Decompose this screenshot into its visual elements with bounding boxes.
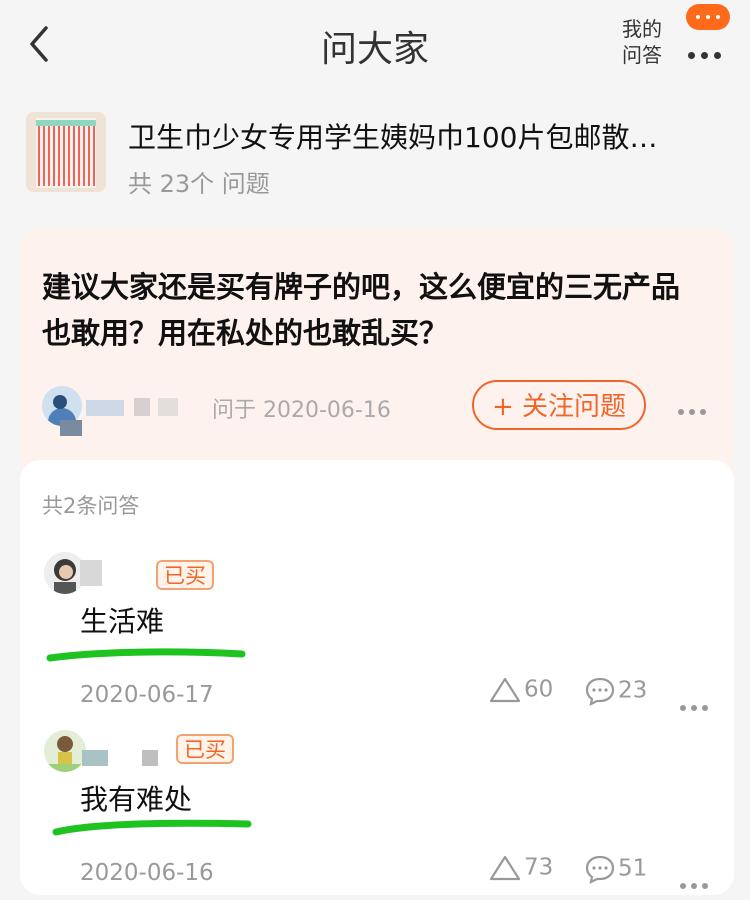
answers-count: 共2条问答 [42,494,140,518]
like-triangle-icon [489,855,521,881]
masked-username [82,750,108,766]
masked-username-part [142,750,158,766]
asked-date: 问于 2020-06-16 [212,398,391,423]
answer-text: 生活难 [80,605,165,638]
masked-username-part [158,398,178,416]
answer-item[interactable]: 已买 我有难处 2020-06-16 73 51 [20,730,734,900]
question-card: 建议大家还是买有牌子的吧，这么便宜的三无产品也敢用？用在私处的也敢乱买？ 问于 … [20,228,734,488]
question-count: 共 23个 问题 [128,170,270,198]
message-bubble-icon [686,4,730,30]
masked-username-part [134,398,150,416]
like-count: 60 [524,676,554,703]
product-thumbnail [26,112,106,192]
more-menu-button[interactable] [686,4,732,59]
answers-card: 共2条问答 已买 生活难 2020-06-17 60 23 已买 我有难处 20… [20,460,734,895]
answer-date: 2020-06-17 [80,682,214,708]
like-button[interactable]: 73 [488,854,553,882]
like-button[interactable]: 60 [488,676,553,704]
answer-text: 我有难处 [80,783,193,816]
comment-count: 51 [618,855,648,882]
my-qa-link[interactable]: 我的 问答 [616,16,668,68]
comment-count: 23 [618,677,648,704]
more-dots-icon [688,44,727,63]
my-qa-line1: 我的 [622,17,662,41]
purchased-badge: 已买 [176,734,234,764]
like-count: 73 [524,854,554,881]
answer-more-icon[interactable] [680,874,713,893]
answer-more-icon[interactable] [680,696,713,715]
masked-username-part [60,420,82,436]
my-qa-line2: 问答 [622,43,662,67]
comment-bubble-icon [585,855,615,884]
masked-username [80,560,102,586]
answer-avatar[interactable] [44,730,86,772]
follow-question-button[interactable]: + 关注问题 [472,380,646,430]
product-summary[interactable]: 卫生巾少女专用学生姨妈巾100片包邮散… 共 23个 问题 [26,112,726,198]
product-title: 卫生巾少女专用学生姨妈巾100片包邮散… [128,121,658,154]
question-more-icon[interactable] [678,400,711,419]
comment-button[interactable]: 51 [584,854,647,884]
question-text: 建议大家还是买有牌子的吧，这么便宜的三无产品也敢用？用在私处的也敢乱买？ [42,270,681,350]
masked-username [86,400,124,416]
like-triangle-icon [489,677,521,703]
top-bar: 问大家 我的 问答 [0,0,750,92]
green-marker-underline [52,819,252,836]
comment-bubble-icon [585,677,615,706]
answer-item[interactable]: 已买 生活难 2020-06-17 60 23 [20,552,734,722]
purchased-badge: 已买 [156,560,214,590]
comment-button[interactable]: 23 [584,676,647,706]
green-marker-underline [46,648,246,662]
answer-date: 2020-06-16 [80,860,214,886]
